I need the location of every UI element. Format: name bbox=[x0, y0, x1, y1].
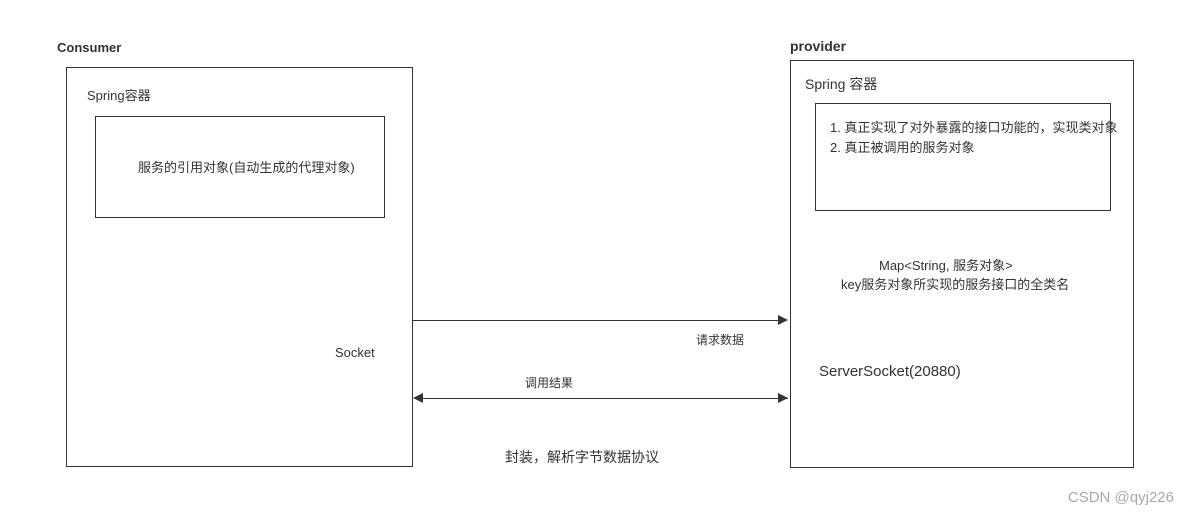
result-arrow-head-left bbox=[413, 393, 423, 403]
request-label: 请求数据 bbox=[696, 331, 744, 348]
provider-box: Spring 容器 1. 真正实现了对外暴露的接口功能的，实现类对象 2. 真正… bbox=[790, 60, 1134, 468]
provider-map-line1: Map<String, 服务对象> bbox=[879, 255, 1013, 274]
provider-title: provider bbox=[790, 38, 846, 54]
consumer-proxy-box: 服务的引用对象(自动生成的代理对象) bbox=[95, 116, 385, 218]
protocol-label: 封装，解析字节数据协议 bbox=[505, 447, 659, 467]
provider-impl-line1: 1. 真正实现了对外暴露的接口功能的，实现类对象 bbox=[830, 117, 1117, 136]
socket-label: Socket bbox=[335, 345, 375, 360]
provider-container-label: Spring 容器 bbox=[805, 74, 877, 94]
consumer-proxy-text: 服务的引用对象(自动生成的代理对象) bbox=[138, 157, 355, 176]
consumer-container-label: Spring容器 bbox=[87, 85, 151, 104]
provider-impl-box: 1. 真正实现了对外暴露的接口功能的，实现类对象 2. 真正被调用的服务对象 bbox=[815, 103, 1111, 211]
result-arrow-line bbox=[423, 398, 788, 399]
provider-map-line2: key服务对象所实现的服务接口的全类名 bbox=[841, 274, 1069, 293]
provider-impl-line2: 2. 真正被调用的服务对象 bbox=[830, 137, 974, 156]
request-arrow-line bbox=[413, 320, 778, 321]
result-arrow-head-right bbox=[778, 393, 788, 403]
consumer-title: Consumer bbox=[57, 40, 121, 55]
server-socket-label: ServerSocket(20880) bbox=[819, 363, 961, 380]
result-label: 调用结果 bbox=[525, 374, 573, 391]
watermark: CSDN @qyj226 bbox=[1068, 489, 1174, 506]
consumer-box: Spring容器 服务的引用对象(自动生成的代理对象) Socket bbox=[66, 67, 413, 467]
request-arrow-head bbox=[778, 315, 788, 325]
